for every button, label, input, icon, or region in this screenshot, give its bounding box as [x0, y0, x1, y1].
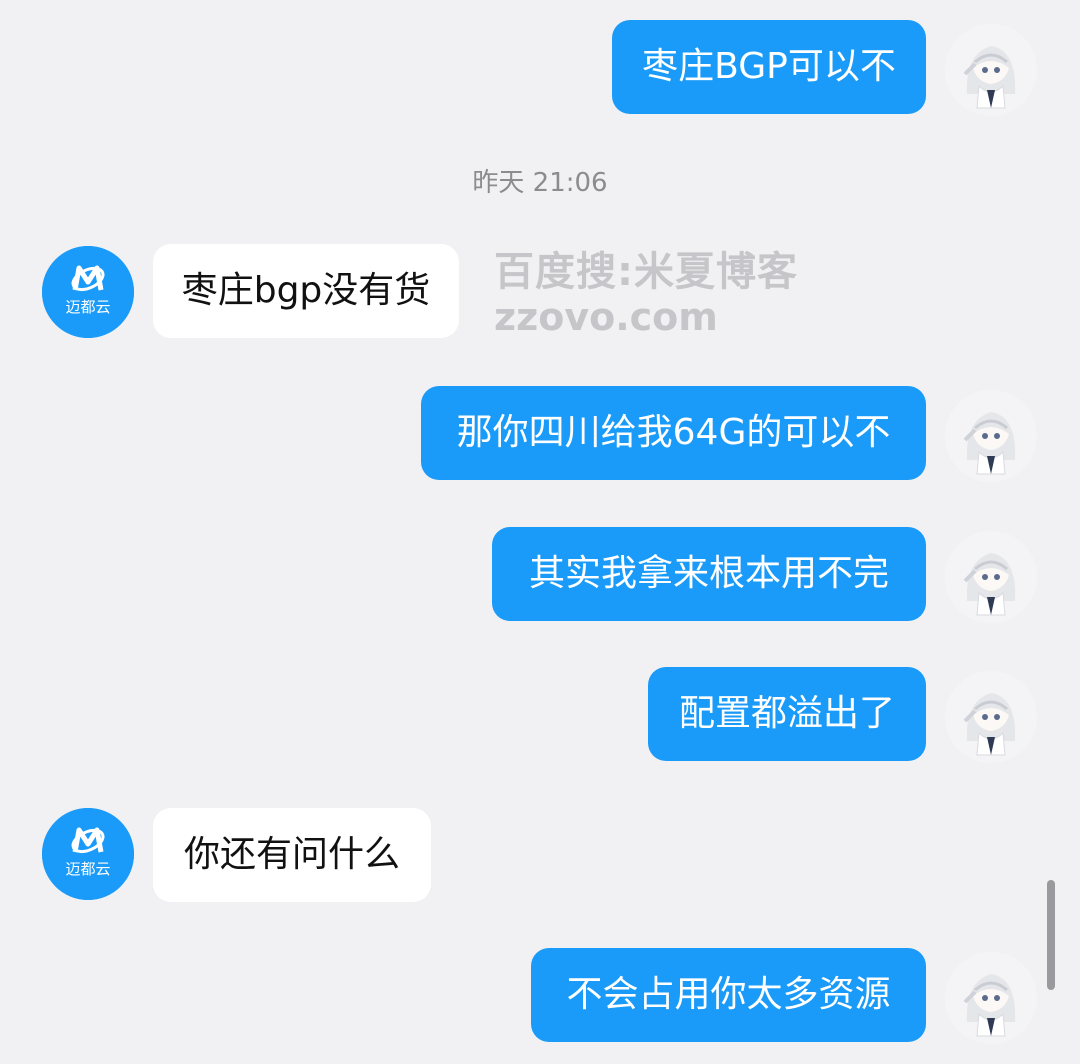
message-bubble-outgoing[interactable]: 配置都溢出了 [648, 667, 926, 761]
watermark: 百度搜:米夏博客 zzovo.com [494, 252, 798, 336]
anime-girl-avatar-icon [945, 671, 1037, 763]
user-avatar[interactable] [945, 531, 1037, 623]
message-bubble-outgoing[interactable]: 不会占用你太多资源 [531, 948, 926, 1042]
anime-girl-avatar-icon [945, 24, 1037, 116]
user-avatar[interactable] [945, 671, 1037, 763]
bot-avatar[interactable]: 迈都云 [42, 808, 134, 900]
message-bubble-outgoing[interactable]: 其实我拿来根本用不完 [492, 527, 926, 621]
maidu-cloud-logo-icon: 迈都云 [42, 246, 134, 338]
bot-logo-text: 迈都云 [65, 298, 110, 316]
user-avatar[interactable] [945, 390, 1037, 482]
anime-girl-avatar-icon [945, 531, 1037, 623]
bot-logo-text: 迈都云 [65, 860, 110, 878]
scrollbar-thumb[interactable] [1047, 880, 1055, 990]
message-bubble-incoming[interactable]: 你还有问什么 [153, 808, 431, 902]
message-bubble-outgoing[interactable]: 枣庄BGP可以不 [612, 20, 926, 114]
user-avatar[interactable] [945, 952, 1037, 1044]
message-bubble-outgoing[interactable]: 那你四川给我64G的可以不 [421, 386, 926, 480]
message-timestamp: 昨天 21:06 [472, 168, 608, 198]
bot-avatar[interactable]: 迈都云 [42, 246, 134, 338]
anime-girl-avatar-icon [945, 390, 1037, 482]
watermark-line-1: 百度搜:米夏博客 [494, 249, 798, 295]
message-bubble-incoming[interactable]: 枣庄bgp没有货 [153, 244, 459, 338]
watermark-line-2: zzovo.com [494, 295, 718, 339]
anime-girl-avatar-icon [945, 952, 1037, 1044]
user-avatar[interactable] [945, 24, 1037, 116]
maidu-cloud-logo-icon: 迈都云 [42, 808, 134, 900]
